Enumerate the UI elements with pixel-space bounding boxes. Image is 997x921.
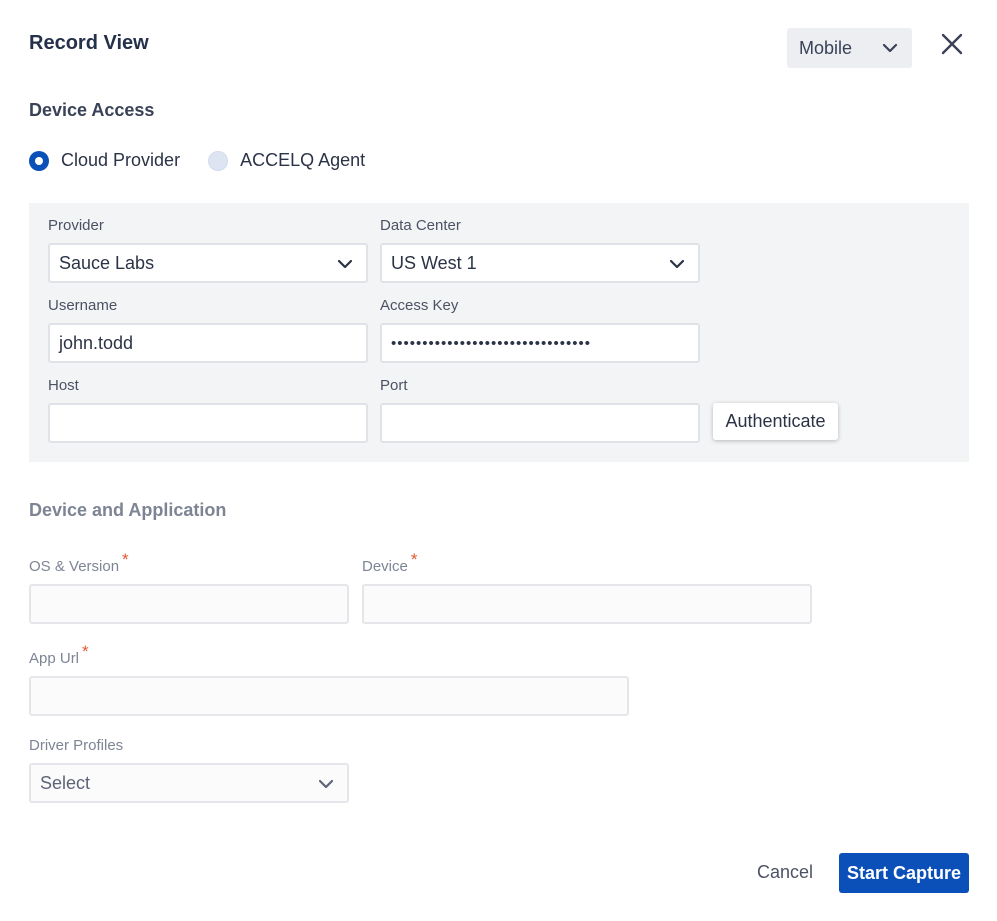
device-label: Device * (362, 550, 417, 576)
accelq-agent-label: ACCELQ Agent (240, 150, 366, 170)
chevron-down-icon (669, 259, 685, 269)
cancel-button[interactable]: Cancel (757, 862, 813, 883)
os-version-field[interactable] (29, 584, 349, 624)
port-label: Port (380, 377, 408, 394)
host-field[interactable] (48, 403, 368, 443)
required-marker: * (410, 550, 418, 569)
cloud-provider-label: Cloud Provider (61, 150, 181, 170)
provider-label: Provider (48, 217, 104, 234)
data-center-select[interactable]: US West 1 (380, 243, 700, 283)
dialog-title: Record View (29, 32, 149, 54)
os-version-label-text: OS & Version (29, 558, 120, 575)
os-version-label: OS & Version * (29, 550, 129, 576)
accelq-agent-radio[interactable]: ACCELQ Agent (208, 150, 365, 171)
app-url-field[interactable] (29, 676, 629, 716)
authenticate-button[interactable]: Authenticate (713, 403, 838, 440)
access-key-field[interactable]: •••••••••••••••••••••••••••••••• (380, 323, 700, 363)
access-key-value: •••••••••••••••••••••••••••••••• (391, 334, 592, 352)
required-marker: * (122, 550, 129, 569)
driver-profiles-select[interactable]: Select (29, 763, 349, 803)
app-url-label: App Url * (29, 642, 89, 668)
host-label: Host (48, 377, 79, 394)
app-url-label-text: App Url (29, 650, 80, 667)
provider-value: Sauce Labs (59, 252, 155, 273)
data-center-label: Data Center (380, 217, 461, 234)
username-value: john.todd (59, 332, 134, 353)
radio-unselected-icon (208, 150, 229, 171)
data-center-value: US West 1 (391, 252, 477, 273)
radio-selected-icon (29, 150, 49, 171)
device-label-text: Device (362, 558, 408, 575)
device-access-options: Cloud Provider ACCELQ Agent (29, 150, 365, 171)
username-field[interactable]: john.todd (48, 323, 368, 363)
device-access-title: Device Access (29, 100, 155, 120)
username-label: Username (48, 297, 118, 314)
close-icon[interactable] (938, 30, 966, 58)
driver-profiles-value: Select (40, 772, 91, 793)
mode-select-value: Mobile (799, 37, 853, 58)
port-field[interactable] (380, 403, 700, 443)
chevron-down-icon (318, 779, 334, 789)
start-capture-button[interactable]: Start Capture (839, 853, 969, 893)
provider-select[interactable]: Sauce Labs (48, 243, 368, 283)
driver-profiles-label: Driver Profiles (29, 737, 124, 754)
cloud-provider-radio[interactable]: Cloud Provider (29, 150, 180, 171)
chevron-down-icon (337, 259, 353, 269)
device-field[interactable] (362, 584, 812, 624)
access-key-label: Access Key (380, 297, 459, 314)
mode-select[interactable]: Mobile (787, 28, 912, 68)
device-application-title: Device and Application (29, 500, 227, 520)
required-marker: * (82, 642, 89, 661)
chevron-down-icon (882, 43, 898, 53)
